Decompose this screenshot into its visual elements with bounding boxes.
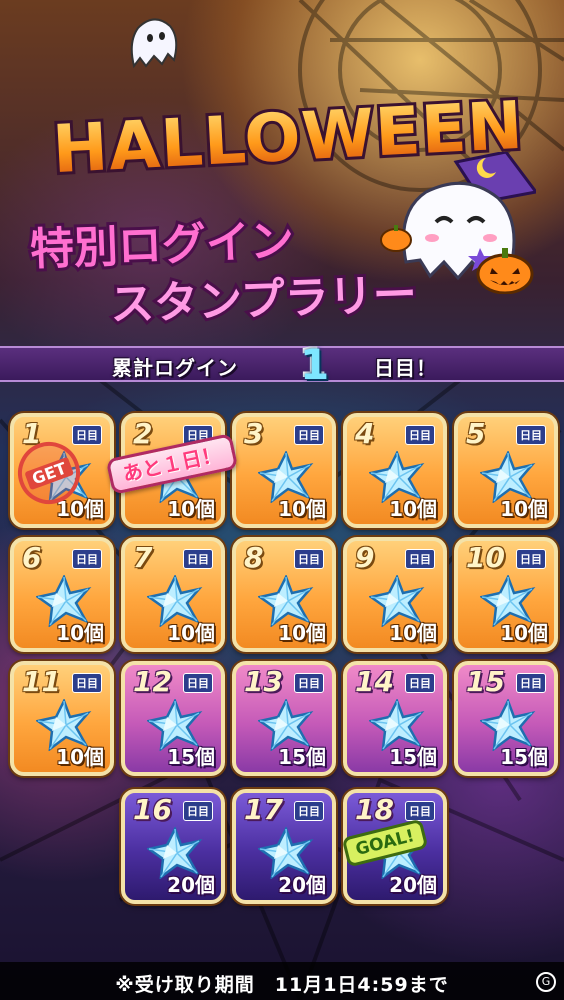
stamp-card-day-10[interactable]: 10 日目 10個 [454, 537, 558, 652]
stamp-card-day-12[interactable]: 12 日目 15個 [121, 661, 225, 776]
stamp-card-day-9[interactable]: 9 日目 10個 [343, 537, 447, 652]
stamp-card-day-8[interactable]: 8 日目 10個 [232, 537, 336, 652]
stamp-reward-amount: 10個 [56, 621, 104, 645]
stamp-reward-amount: 10個 [389, 497, 437, 521]
stamp-reward-amount: 20個 [278, 873, 326, 897]
stamp-day-suffix: 日目 [405, 801, 435, 821]
stamp-reward-amount: 10個 [278, 621, 326, 645]
stamp-reward-amount: 15個 [278, 745, 326, 769]
stamp-card-day-6[interactable]: 6 日目 10個 [10, 537, 114, 652]
stamp-day-number: 11 [22, 665, 61, 698]
stamp-card-day-11[interactable]: 11 日目 10個 [10, 661, 114, 776]
stamp-day-suffix: 日目 [72, 549, 102, 569]
stamp-card-day-14[interactable]: 14 日目 15個 [343, 661, 447, 776]
stamp-day-suffix: 日目 [516, 549, 546, 569]
login-count-banner: 累計ログイン 1 日目！ [0, 340, 564, 389]
login-count-label: 累計ログイン [112, 356, 238, 380]
stamp-day-number: 9 [355, 541, 375, 574]
pumpkin-icon [476, 248, 534, 294]
stamp-day-suffix: 日目 [183, 801, 213, 821]
stamp-day-number: 5 [466, 417, 486, 450]
stamp-reward-amount: 10個 [389, 621, 437, 645]
stamp-reward-amount: 10個 [500, 621, 548, 645]
site-logo-icon: G [536, 972, 556, 992]
stamp-day-number: 8 [244, 541, 264, 574]
stamp-day-number: 16 [133, 793, 172, 826]
stamp-reward-amount: 15個 [500, 745, 548, 769]
stamp-card-day-15[interactable]: 15 日目 15個 [454, 661, 558, 776]
stamp-day-number: 12 [133, 665, 172, 698]
pumpkin-icon [380, 225, 412, 252]
get-stamp-label: GET [24, 456, 75, 491]
stamp-reward-amount: 10個 [167, 621, 215, 645]
stamp-day-number: 10 [466, 541, 505, 574]
stamp-reward-amount: 20個 [167, 873, 215, 897]
stamp-day-suffix: 日目 [405, 673, 435, 693]
stamp-reward-amount: 10個 [56, 745, 104, 769]
receive-period-note: ※受け取り期間 11月1日4:59まで [115, 974, 449, 996]
stamp-day-number: 7 [133, 541, 153, 574]
stamp-day-number: 15 [466, 665, 505, 698]
stamp-day-number: 17 [244, 793, 283, 826]
stamp-reward-amount: 10個 [500, 497, 548, 521]
stamp-day-suffix: 日目 [516, 673, 546, 693]
stamp-card-day-13[interactable]: 13 日目 15個 [232, 661, 336, 776]
footer-bar: ※受け取り期間 11月1日4:59まで [0, 962, 564, 1000]
stamp-day-number: 3 [244, 417, 264, 450]
stamp-day-suffix: 日目 [405, 425, 435, 445]
stamp-reward-amount: 10個 [278, 497, 326, 521]
stamp-day-suffix: 日目 [294, 673, 324, 693]
stamp-day-number: 14 [355, 665, 394, 698]
stamp-reward-amount: 15個 [167, 745, 215, 769]
stamp-card-day-4[interactable]: 4 日目 10個 [343, 413, 447, 528]
login-count-suffix: 日目！ [374, 356, 437, 380]
stamp-day-number: 6 [22, 541, 42, 574]
event-subtitle: 特別ログイン スタンプラリー [26, 212, 421, 328]
login-count-number: 1 [300, 340, 330, 389]
stamp-reward-amount: 10個 [167, 497, 215, 521]
stamp-card-day-17[interactable]: 17 日目 20個 [232, 789, 336, 904]
stamp-day-suffix: 日目 [72, 673, 102, 693]
stamp-card-day-16[interactable]: 16 日目 20個 [121, 789, 225, 904]
stamp-reward-amount: 20個 [389, 873, 437, 897]
stamp-card-day-3[interactable]: 3 日目 10個 [232, 413, 336, 528]
subtitle-line2: スタンプラリー [109, 269, 417, 328]
stamp-day-suffix: 日目 [516, 425, 546, 445]
stamp-day-suffix: 日目 [294, 549, 324, 569]
stamp-day-suffix: 日目 [72, 425, 102, 445]
stamp-day-suffix: 日目 [183, 673, 213, 693]
stamp-day-suffix: 日目 [405, 549, 435, 569]
ghost-icon [130, 18, 178, 69]
stamp-reward-amount: 15個 [389, 745, 437, 769]
subtitle-line1: 特別ログイン [29, 215, 295, 275]
stamp-day-number: 18 [355, 793, 394, 826]
stamp-day-suffix: 日目 [183, 549, 213, 569]
stamp-card-day-7[interactable]: 7 日目 10個 [121, 537, 225, 652]
stamp-day-number: 4 [355, 417, 375, 450]
stamp-day-suffix: 日目 [294, 801, 324, 821]
stamp-day-number: 2 [133, 417, 153, 450]
stamp-day-number: 13 [244, 665, 283, 698]
stamp-card-day-5[interactable]: 5 日目 10個 [454, 413, 558, 528]
stamp-day-suffix: 日目 [294, 425, 324, 445]
